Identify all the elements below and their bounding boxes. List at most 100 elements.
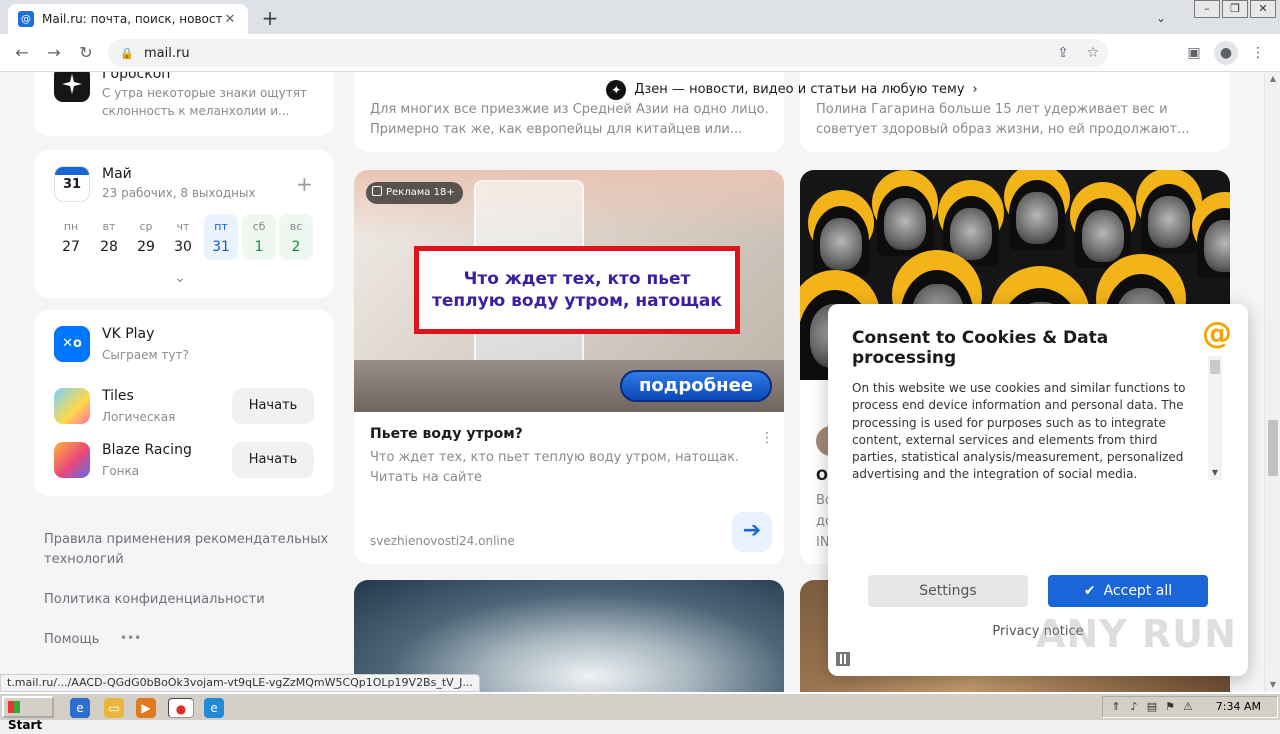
game-genre: Логическая — [102, 410, 176, 424]
scroll-down-icon[interactable]: ▼ — [1265, 678, 1280, 692]
vkplay-card: ✕o VK Play Сыграем тут? Tiles Логическая… — [34, 310, 334, 496]
chrome-icon[interactable]: ● — [168, 698, 194, 718]
calendar-day[interactable]: чт 30 — [168, 214, 198, 260]
vkplay-title[interactable]: VK Play — [102, 326, 154, 342]
side-panel-icon[interactable]: ▣ — [1182, 41, 1206, 65]
taskbar: Start e ▭ ▶ ● e ⇑ ♪ ▤ ⚑ ⚠ 7:34 AM — [0, 692, 1280, 732]
tab-search-chevron-icon[interactable]: ⌄ — [1150, 7, 1172, 29]
ie-icon[interactable]: e — [70, 698, 90, 718]
page-scrollbar[interactable]: ▲ ▼ — [1264, 72, 1280, 692]
volume-icon[interactable]: ♪ — [1127, 700, 1141, 714]
status-bar-url: t.mail.ru/.../AACD-QGdG0bBoOk3vojam-vt9q… — [0, 674, 480, 692]
scroll-up-icon[interactable]: ▲ — [1265, 72, 1280, 86]
mailru-at-logo-icon: @ — [1202, 316, 1232, 351]
minimize-icon[interactable]: – — [1194, 0, 1220, 18]
tab-close-icon[interactable]: ✕ — [222, 12, 238, 27]
horoscope-card[interactable]: Гороскоп С утра некоторые знаки ощутят с… — [34, 72, 334, 136]
chevron-right-icon: › — [972, 82, 978, 97]
bookmark-star-icon[interactable]: ☆ — [1078, 45, 1108, 61]
vkplay-logo-icon: ✕o — [54, 326, 90, 362]
add-event-icon[interactable]: + — [296, 172, 313, 196]
explorer-folder-icon[interactable]: ▭ — [104, 698, 124, 718]
feed-card-text: Полина Гагарина больше 15 лет удерживает… — [816, 102, 1190, 137]
consent-accept-all-button[interactable]: ✔ Accept all — [1048, 575, 1208, 607]
calendar-expand-chevron-icon[interactable]: ⌄ — [174, 270, 186, 286]
game-genre: Гонка — [102, 464, 140, 478]
calendar-card: 31 Май 23 рабочих, 8 выходных + пн 27 вт 2… — [34, 150, 334, 298]
start-game-button[interactable]: Начать — [232, 442, 314, 478]
tab-bar: @ Mail.ru: почта, поиск, новости, пр ✕ +… — [0, 0, 1280, 34]
ad-badge-icon — [372, 186, 382, 196]
help-link[interactable]: Помощь — [44, 630, 99, 650]
scrollbar-thumb[interactable] — [1268, 420, 1278, 476]
blaze-racing-game-icon[interactable] — [54, 442, 90, 478]
profile-icon[interactable]: ● — [1214, 41, 1238, 65]
new-tab-button[interactable]: + — [258, 7, 282, 31]
system-tray: ⇑ ♪ ▤ ⚑ ⚠ 7:34 AM — [1102, 696, 1278, 718]
lock-icon: 🔒 — [120, 46, 134, 60]
dzen-banner-text: Дзен — новости, видео и статьи на любую … — [634, 82, 965, 97]
anyrun-watermark: ANY RUN — [1036, 612, 1237, 656]
window-controls: – ❐ ✕ — [1192, 0, 1276, 18]
forward-icon[interactable]: → — [42, 41, 66, 65]
windows-flag-icon — [8, 701, 20, 713]
feed-card-text: Для многих все приезжие из Средней Азии … — [370, 102, 769, 137]
reload-icon[interactable]: ↻ — [74, 41, 98, 65]
clock[interactable]: 7:34 AM — [1216, 697, 1261, 717]
network-icon[interactable]: ▤ — [1145, 700, 1159, 714]
privacy-policy-link[interactable]: Политика конфиденциальности — [44, 590, 265, 610]
calendar-day-weekend[interactable]: сб 1 — [242, 214, 276, 260]
ad-card[interactable]: Что ждет тех, кто пьет теплую воду утром… — [354, 170, 784, 564]
consent-scrollbar[interactable]: ▼ — [1208, 356, 1222, 480]
start-button[interactable]: Start — [2, 696, 54, 732]
ad-menu-kebab-icon[interactable]: ⋮ — [760, 430, 774, 446]
ad-headline: Что ждет тех, кто пьет теплую воду утром… — [414, 246, 740, 334]
calendar-month: Май — [102, 166, 132, 182]
start-game-button[interactable]: Начать — [232, 388, 314, 424]
consent-scrollbar-thumb[interactable] — [1210, 360, 1220, 374]
game-name[interactable]: Blaze Racing — [102, 442, 192, 458]
security-flag-icon[interactable]: ⚑ — [1163, 700, 1177, 714]
tiles-game-icon[interactable] — [54, 388, 90, 424]
warning-icon[interactable]: ⚠ — [1181, 700, 1195, 714]
calendar-day-today[interactable]: пт 31 — [204, 214, 238, 260]
calendar-day[interactable]: пн 27 — [56, 214, 86, 260]
consent-body: On this website we use cookies and simil… — [852, 381, 1186, 480]
ad-more-button[interactable]: подробнее — [620, 370, 772, 402]
calendar-day-weekend[interactable]: вс 2 — [279, 214, 313, 260]
address-url[interactable]: mail.ru — [144, 46, 1048, 61]
dzen-banner[interactable]: ✦ Дзен — новости, видео и статьи на любую… — [354, 78, 1230, 102]
horoscope-title: Гороскоп — [102, 72, 171, 82]
more-dots-icon[interactable]: ••• — [120, 628, 141, 648]
calendar-day[interactable]: вт 28 — [94, 214, 124, 260]
tab-mailru[interactable]: @ Mail.ru: почта, поиск, новости, пр ✕ — [8, 4, 248, 34]
edge-icon[interactable]: e — [204, 698, 224, 718]
horoscope-sparkle-icon — [54, 72, 90, 102]
media-player-icon[interactable]: ▶ — [136, 698, 156, 718]
dzen-logo-icon: ✦ — [606, 79, 627, 100]
ad-text: Что ждет тех, кто пьет теплую воду утром… — [370, 450, 740, 485]
close-window-icon[interactable]: ✕ — [1250, 0, 1276, 18]
consent-title: Consent to Cookies & Data processing — [852, 328, 1109, 368]
address-bar[interactable]: 🔒 mail.ru ⇪ ☆ — [108, 39, 1108, 67]
checkmark-icon: ✔ — [1083, 583, 1096, 599]
horoscope-text: С утра некоторые знаки ощутят склонность… — [102, 86, 307, 118]
menu-kebab-icon[interactable]: ⋮ — [1246, 41, 1270, 65]
vkplay-subtitle: Сыграем тут? — [102, 348, 189, 362]
nav-bar: ← → ↻ 🔒 mail.ru ⇪ ☆ ▣ ● ⋮ — [0, 34, 1280, 72]
back-icon[interactable]: ← — [10, 41, 34, 65]
tray-arrow-icon[interactable]: ⇑ — [1109, 700, 1123, 714]
share-icon[interactable]: ⇪ — [1048, 45, 1078, 61]
article-title-fragment[interactable]: О — [816, 468, 828, 484]
recommendation-rules-link[interactable]: Правила применения рекомендательных техн… — [44, 530, 334, 570]
consent-settings-button[interactable]: Settings — [868, 575, 1028, 607]
mailru-favicon-icon: @ — [18, 11, 34, 27]
ad-image[interactable]: Что ждет тех, кто пьет теплую воду утром… — [354, 170, 784, 412]
game-name[interactable]: Tiles — [102, 388, 134, 404]
consent-scroll-down-icon[interactable]: ▼ — [1208, 468, 1222, 480]
calendar-day[interactable]: ср 29 — [131, 214, 161, 260]
ad-title[interactable]: Пьете воду утром? — [370, 426, 523, 442]
ad-source[interactable]: svezhienovosti24.online — [370, 534, 515, 548]
ad-arrow-right-icon[interactable]: ➔ — [732, 512, 772, 552]
restore-icon[interactable]: ❐ — [1222, 0, 1248, 18]
